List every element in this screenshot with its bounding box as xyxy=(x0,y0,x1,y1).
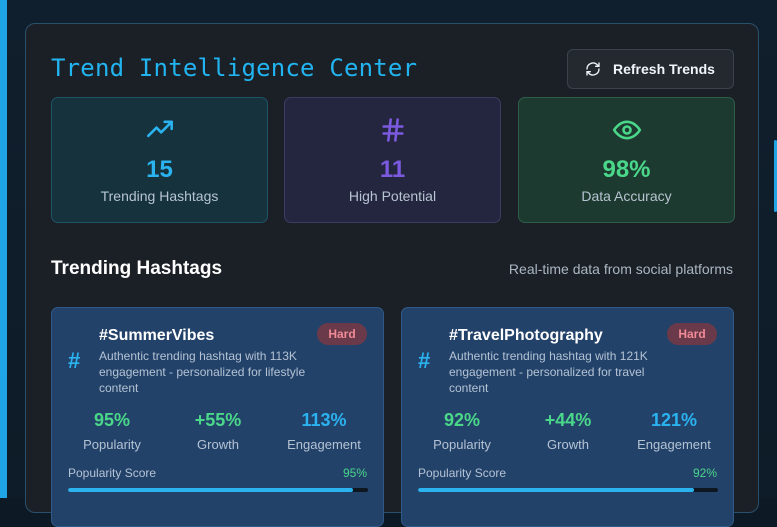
hashtag-description: Authentic trending hashtag with 121K eng… xyxy=(449,349,648,395)
stat-value: 98% xyxy=(602,156,651,183)
metric-value: 92% xyxy=(443,410,481,430)
hashtag-name: #SummerVibes xyxy=(99,327,215,344)
metric-growth: +44% Growth xyxy=(518,410,618,452)
metric-label: Growth xyxy=(197,437,239,452)
stat-label: Trending Hashtags xyxy=(100,188,219,204)
stat-trending-hashtags: 15 Trending Hashtags xyxy=(51,97,268,223)
metric-engagement: 113% Engagement xyxy=(274,410,374,452)
left-accent-bar xyxy=(0,0,7,498)
refresh-icon xyxy=(586,62,600,76)
section-subtitle: Real-time data from social platforms xyxy=(508,261,733,277)
metric-popularity: 92% Popularity xyxy=(412,410,512,452)
popularity-progress-track xyxy=(418,488,718,492)
popularity-score-value: 92% xyxy=(692,466,717,480)
section-title: Trending Hashtags xyxy=(51,258,223,279)
metric-label: Engagement xyxy=(637,437,711,452)
refresh-trends-label: Refresh Trends xyxy=(613,61,715,77)
eye-icon xyxy=(612,120,641,140)
popularity-progress-fill xyxy=(68,488,353,492)
metric-label: Popularity xyxy=(433,437,491,452)
metric-engagement: 121% Engagement xyxy=(624,410,724,452)
metric-label: Growth xyxy=(547,437,589,452)
hashtag-name: #TravelPhotography xyxy=(449,327,603,344)
refresh-trends-button[interactable]: Refresh Trends xyxy=(567,49,734,89)
hash-icon: # xyxy=(418,348,431,373)
hashtag-card[interactable]: # #TravelPhotography Authentic trending … xyxy=(401,307,734,527)
stat-label: High Potential xyxy=(348,188,437,204)
stat-high-potential: 11 High Potential xyxy=(284,97,501,223)
popularity-progress-fill xyxy=(418,488,694,492)
metric-value: +55% xyxy=(194,410,242,430)
hashtag-card[interactable]: # #SummerVibes Authentic trending hashta… xyxy=(51,307,384,527)
stat-data-accuracy: 98% Data Accuracy xyxy=(518,97,735,223)
metric-value: 121% xyxy=(650,410,698,430)
difficulty-badge: Hard xyxy=(317,323,367,345)
metric-value: +44% xyxy=(544,410,592,430)
stat-value: 11 xyxy=(379,156,406,183)
stat-value: 15 xyxy=(146,156,173,183)
popularity-progress-track xyxy=(68,488,368,492)
metric-value: 95% xyxy=(93,410,131,430)
metric-label: Popularity xyxy=(83,437,141,452)
popularity-score-label: Popularity Score xyxy=(418,466,507,480)
stat-label: Data Accuracy xyxy=(581,188,672,204)
trending-up-icon xyxy=(146,120,173,138)
app-background: Trend Intelligence Center Refresh Trends… xyxy=(0,0,777,527)
metric-label: Engagement xyxy=(287,437,361,452)
trend-panel: Trend Intelligence Center Refresh Trends… xyxy=(25,23,759,527)
hash-icon xyxy=(381,118,404,142)
hash-icon: # xyxy=(68,348,81,373)
metric-popularity: 95% Popularity xyxy=(62,410,162,452)
popularity-score-label: Popularity Score xyxy=(68,466,157,480)
hashtag-description: Authentic trending hashtag with 113K eng… xyxy=(99,349,306,395)
metric-growth: +55% Growth xyxy=(168,410,268,452)
difficulty-badge: Hard xyxy=(667,323,717,345)
popularity-score-value: 95% xyxy=(342,466,367,480)
metric-value: 113% xyxy=(301,410,347,430)
page-title: Trend Intelligence Center xyxy=(51,54,418,82)
